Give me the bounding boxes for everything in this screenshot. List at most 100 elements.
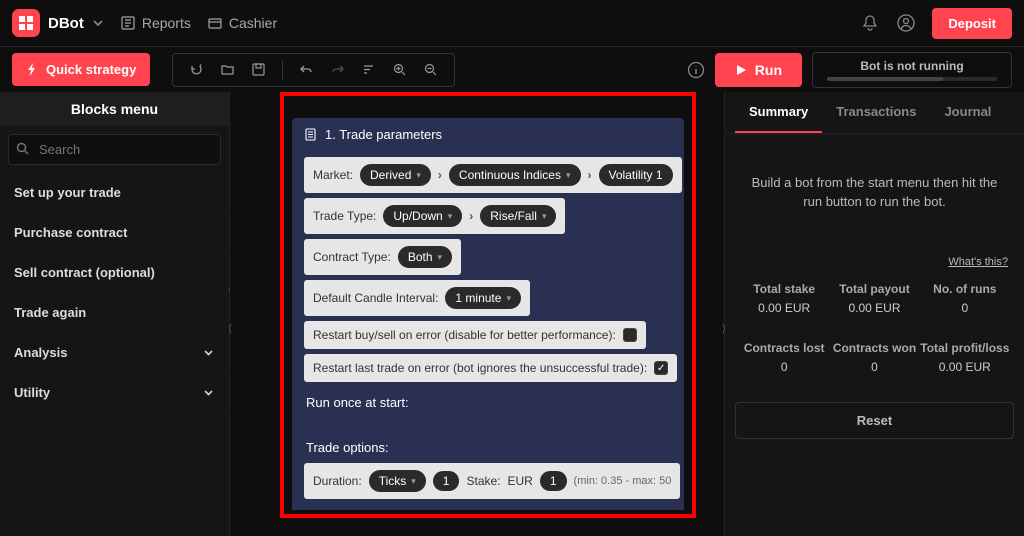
- account-icon[interactable]: [896, 13, 916, 33]
- duration-value[interactable]: 1: [433, 471, 460, 491]
- button-label: Quick strategy: [46, 62, 136, 77]
- stake-label: Stake:: [466, 474, 500, 488]
- symbol-select[interactable]: Volatility 1: [599, 164, 673, 186]
- stake-value[interactable]: 1: [540, 471, 567, 491]
- search-input[interactable]: [8, 134, 221, 165]
- contract-type-row[interactable]: Contract Type: Both▾: [304, 239, 461, 275]
- sidebar-item-utility[interactable]: Utility: [0, 373, 229, 413]
- run-button[interactable]: Run: [715, 53, 802, 87]
- sort-icon[interactable]: [355, 62, 382, 77]
- sidebar-item-analysis[interactable]: Analysis: [0, 333, 229, 373]
- block-trade-parameters[interactable]: 1. Trade parameters Market: Derived▾ › C…: [292, 118, 684, 510]
- duration-unit-select[interactable]: Ticks▾: [369, 470, 426, 492]
- field-label: Restart buy/sell on error (disable for b…: [313, 328, 616, 342]
- sidebar-item-purchase[interactable]: Purchase contract: [0, 213, 229, 253]
- undo-icon[interactable]: [293, 62, 320, 77]
- duration-label: Duration:: [313, 474, 362, 488]
- chevron-down-icon: [92, 17, 104, 29]
- sidebar-item-label: Sell contract (optional): [14, 265, 155, 280]
- cashier-icon: [207, 15, 223, 31]
- clipboard-icon: [304, 128, 317, 141]
- save-icon[interactable]: [245, 62, 272, 77]
- folder-open-icon[interactable]: [214, 62, 241, 77]
- trade-category-select[interactable]: Up/Down▾: [383, 205, 462, 227]
- chevron-down-icon: ▾: [416, 170, 421, 181]
- topbar: DBot Reports Cashier Deposit: [0, 0, 1024, 46]
- notifications-icon[interactable]: [860, 13, 880, 33]
- field-label: Trade Type:: [313, 209, 376, 223]
- stat-value: 0: [920, 301, 1010, 315]
- tab-summary[interactable]: Summary: [735, 92, 822, 133]
- block-title: 1. Trade parameters: [325, 127, 442, 142]
- sidebar-item-sell[interactable]: Sell contract (optional): [0, 253, 229, 293]
- submarket-select[interactable]: Continuous Indices▾: [449, 164, 581, 186]
- whats-this-link[interactable]: What's this?: [739, 252, 1010, 272]
- trade-type-row[interactable]: Trade Type: Up/Down▾ › Rise/Fall▾: [304, 198, 565, 234]
- field-label: Market:: [313, 168, 353, 182]
- brand-switcher[interactable]: DBot: [12, 9, 104, 37]
- sidebar-item-label: Utility: [14, 385, 50, 400]
- separator: ›: [438, 168, 442, 182]
- nav-cashier[interactable]: Cashier: [207, 15, 277, 31]
- separator: ›: [588, 168, 592, 182]
- sidebar-item-label: Set up your trade: [14, 185, 121, 200]
- duration-stake-row[interactable]: Duration: Ticks▾ 1 Stake: EUR 1 (min: 0.…: [304, 463, 680, 499]
- chevron-down-icon: ▾: [448, 211, 453, 222]
- restart-buysell-row[interactable]: Restart buy/sell on error (disable for b…: [304, 321, 646, 349]
- info-icon[interactable]: [687, 61, 705, 79]
- sidebar-item-trade-again[interactable]: Trade again: [0, 293, 229, 333]
- button-label: Run: [755, 62, 782, 78]
- stake-currency: EUR: [508, 474, 533, 488]
- stat-value: 0: [829, 360, 919, 374]
- stats-row-2: Contracts lost0 Contracts won0 Total pro…: [739, 331, 1010, 390]
- toolbar-row: Quick strategy Run Bot is not running: [0, 46, 1024, 92]
- deposit-button[interactable]: Deposit: [932, 8, 1012, 39]
- brand-logo: [12, 9, 40, 37]
- contract-type-select[interactable]: Both▾: [398, 246, 452, 268]
- candle-select[interactable]: 1 minute▾: [445, 287, 521, 309]
- field-label: Default Candle Interval:: [313, 291, 438, 305]
- progress-bar: [827, 77, 997, 81]
- block-canvas[interactable]: ⟨ ⟩ 1. Trade parameters Market: Derived▾…: [230, 92, 724, 536]
- chevron-down-icon: ▾: [542, 211, 547, 222]
- reset-icon[interactable]: [183, 62, 210, 77]
- sidebar-item-label: Trade again: [14, 305, 86, 320]
- candle-interval-row[interactable]: Default Candle Interval: 1 minute▾: [304, 280, 530, 316]
- tab-transactions[interactable]: Transactions: [822, 92, 930, 133]
- stat-value: 0: [739, 360, 829, 374]
- field-label: Restart last trade on error (bot ignores…: [313, 361, 647, 375]
- stat-label: Total profit/loss: [920, 341, 1010, 355]
- restart-last-row[interactable]: Restart last trade on error (bot ignores…: [304, 354, 677, 382]
- canvas-nav-left[interactable]: ⟨: [228, 322, 232, 335]
- block-header[interactable]: 1. Trade parameters: [292, 118, 684, 151]
- tab-journal[interactable]: Journal: [930, 92, 1005, 133]
- nav-reports[interactable]: Reports: [120, 15, 191, 31]
- stat-value: 0.00 EUR: [920, 360, 1010, 374]
- stat-label: Total stake: [739, 282, 829, 296]
- zoom-out-icon[interactable]: [417, 62, 444, 77]
- separator: ›: [469, 209, 473, 223]
- nav-label: Reports: [142, 15, 191, 31]
- stats-row-1: Total stake0.00 EUR Total payout0.00 EUR…: [739, 272, 1010, 331]
- chevron-down-icon: [202, 346, 215, 359]
- stat-label: Total payout: [829, 282, 919, 296]
- quick-strategy-button[interactable]: Quick strategy: [12, 53, 150, 86]
- chevron-down-icon: ▾: [438, 252, 443, 263]
- trade-options-label: Trade options:: [304, 432, 684, 463]
- zoom-in-icon[interactable]: [386, 62, 413, 77]
- bot-status: Bot is not running: [812, 52, 1012, 88]
- reports-icon: [120, 15, 136, 31]
- reset-button[interactable]: Reset: [735, 402, 1014, 439]
- search-icon: [16, 142, 29, 155]
- checkbox[interactable]: [623, 328, 637, 342]
- checkbox-checked[interactable]: ✓: [654, 361, 668, 375]
- canvas-nav-right[interactable]: ⟩: [722, 322, 726, 335]
- summary-hint: Build a bot from the start menu then hit…: [725, 134, 1024, 252]
- redo-icon[interactable]: [324, 62, 351, 77]
- trade-type-select[interactable]: Rise/Fall▾: [480, 205, 556, 227]
- market-row[interactable]: Market: Derived▾ › Continuous Indices▾ ›…: [304, 157, 682, 193]
- sidebar-title: Blocks menu: [0, 92, 229, 126]
- sidebar-item-setup-trade[interactable]: Set up your trade: [0, 173, 229, 213]
- stat-label: Contracts won: [829, 341, 919, 355]
- market-select[interactable]: Derived▾: [360, 164, 431, 186]
